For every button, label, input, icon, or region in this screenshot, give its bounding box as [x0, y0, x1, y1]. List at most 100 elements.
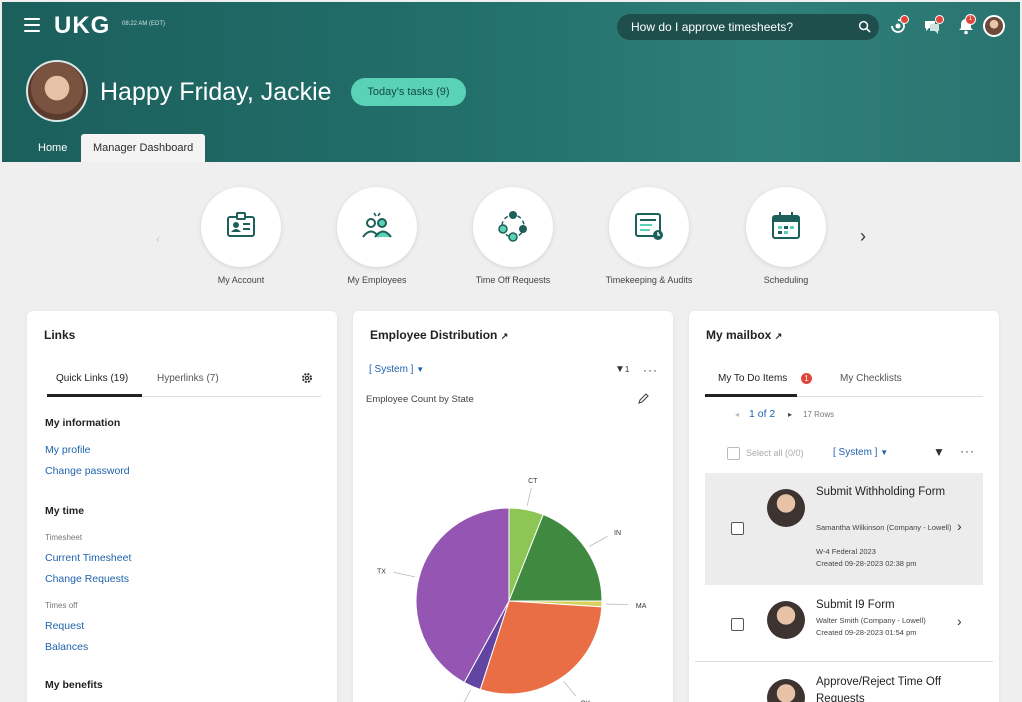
todays-tasks-button[interactable]: Today's tasks (9) [351, 78, 466, 106]
filter-button[interactable]: ▼1 [615, 364, 629, 375]
mail-item-detail: W-4 Federal 2023 [816, 547, 876, 556]
search-input[interactable]: How do I approve timesheets? [617, 14, 879, 40]
select-all-checkbox[interactable] [727, 447, 740, 460]
mailbox-title[interactable]: My mailbox ↗ [706, 328, 782, 342]
mail-item[interactable]: Submit I9 Form Walter Smith (Company - L… [705, 593, 983, 659]
row-divider [695, 661, 993, 662]
link-change-requests[interactable]: Change Requests [45, 573, 129, 585]
link-change-password[interactable]: Change password [45, 465, 130, 477]
mail-item-checkbox[interactable] [731, 618, 744, 631]
link-balances[interactable]: Balances [45, 641, 88, 653]
mail-item-created: Created 09-28-2023 01:54 pm [816, 628, 917, 637]
tab-home[interactable]: Home [26, 134, 79, 162]
pie-label-in: IN [614, 530, 621, 537]
heading-my-benefits: My benefits [45, 679, 103, 691]
heading-my-information: My information [45, 417, 121, 429]
subheading-timesheet: Timesheet [45, 533, 83, 542]
system-filter-dropdown[interactable]: [ System ] ▼ [369, 364, 424, 375]
mail-item-checkbox[interactable] [731, 522, 744, 535]
chevron-right-icon[interactable]: › [957, 613, 962, 629]
chevron-down-icon: ▼ [416, 365, 425, 374]
mail-item-title: Submit Withholding Form [816, 486, 946, 498]
timekeeping-icon [635, 213, 663, 240]
pager-prev-icon[interactable]: ◂ [735, 410, 739, 419]
pie-leader-line [563, 680, 577, 697]
tile-timekeeping-audits[interactable] [609, 187, 689, 267]
employees-icon [362, 212, 392, 238]
tile-label-scheduling: Scheduling [763, 275, 809, 285]
todo-badge: 1 [800, 372, 813, 385]
avatar [767, 601, 805, 639]
distribution-title[interactable]: Employee Distribution ↗ [370, 328, 508, 342]
avatar [767, 489, 805, 527]
mail-item-title: Submit I9 Form [816, 599, 895, 611]
subheading-times-off: Times off [45, 601, 78, 610]
open-external-icon[interactable]: ↗ [501, 331, 509, 341]
greeting-title: Happy Friday, Jackie [100, 78, 332, 106]
search-placeholder: How do I approve timesheets? [631, 20, 794, 34]
mailbox-active-tab-indicator [705, 394, 797, 397]
mailbox-more-icon[interactable]: ··· [960, 444, 975, 458]
link-current-timesheet[interactable]: Current Timesheet [45, 552, 131, 564]
tab-hyperlinks[interactable]: Hyperlinks (7) [157, 373, 219, 384]
funnel-icon: ▼ [615, 364, 625, 375]
mailbox-system-filter[interactable]: [ System ] ▼ [833, 447, 888, 458]
user-avatar[interactable] [983, 15, 1005, 37]
pager-next-icon[interactable]: ▸ [788, 410, 792, 419]
pie-leader-line [526, 487, 532, 506]
link-my-profile[interactable]: My profile [45, 444, 91, 456]
tile-label-time-off-requests: Time Off Requests [475, 275, 551, 285]
mail-item-person: Walter Smith (Company - Lowell) [816, 616, 926, 625]
calendar-icon [772, 212, 800, 239]
tile-label-timekeeping: Timekeeping & Audits [605, 275, 693, 285]
ukg-logo: UKG [54, 12, 111, 39]
links-card: Links Quick Links (19) Hyperlinks (7) My… [27, 311, 337, 702]
search-icon[interactable] [858, 20, 871, 33]
tab-my-to-do-items[interactable]: My To Do Items [718, 373, 787, 384]
mailbox-filter-icon[interactable]: ▼ [933, 445, 945, 459]
pie-leader-line [463, 689, 471, 702]
chevron-down-icon: ▼ [880, 448, 889, 457]
notification-badge: 1 [965, 14, 976, 25]
tile-label-my-employees: My Employees [347, 275, 407, 285]
pie-label-ma: MA [636, 603, 647, 610]
tile-my-employees[interactable] [337, 187, 417, 267]
id-card-icon [227, 212, 255, 237]
tile-label-my-account: My Account [217, 275, 265, 285]
tab-manager-dashboard[interactable]: Manager Dashboard [81, 134, 206, 162]
tab-quick-links[interactable]: Quick Links (19) [56, 373, 128, 384]
edit-pencil-icon[interactable] [637, 393, 649, 405]
open-external-icon[interactable]: ↗ [775, 331, 783, 341]
team-cycle-icon [498, 211, 527, 242]
mail-item-title: Approve/Reject Time Off Requests [816, 676, 942, 702]
pie-leader-line [589, 536, 608, 547]
ai-badge [900, 15, 909, 24]
links-title: Links [44, 328, 76, 342]
mail-item[interactable]: Approve/Reject Time Off Requests [705, 669, 983, 702]
tab-my-checklists[interactable]: My Checklists [840, 373, 902, 384]
pie-label-ct: CT [528, 478, 538, 485]
mail-item-created: Created 09-28-2023 02:38 pm [816, 559, 917, 568]
pie-label-tx: TX [377, 568, 386, 575]
carousel-next-icon[interactable]: › [860, 226, 866, 247]
profile-photo [26, 60, 88, 122]
gear-icon[interactable] [300, 371, 314, 385]
tile-my-account[interactable] [201, 187, 281, 267]
chart-subtitle: Employee Count by State [366, 394, 474, 405]
clock-text: 08:22 AM (EDT) [122, 21, 166, 27]
mailbox-card: My mailbox ↗ My To Do Items 1 My Checkli… [689, 311, 999, 702]
tile-scheduling[interactable] [746, 187, 826, 267]
carousel-prev-icon[interactable]: ‹ [156, 232, 160, 246]
pie-leader-line [605, 603, 628, 606]
hamburger-menu-icon[interactable] [24, 18, 40, 32]
link-request[interactable]: Request [45, 620, 84, 632]
mail-item-person: Samantha Wilkinson (Company - Lowell) [816, 523, 952, 532]
pager-text: 1 of 2 [749, 408, 776, 420]
employee-pie-chart: CTINMAOKRITX [377, 478, 647, 702]
tile-time-off-requests[interactable] [473, 187, 553, 267]
chevron-right-icon[interactable]: › [957, 518, 962, 534]
employee-distribution-card: Employee Distribution ↗ [ System ] ▼ ▼1 … [353, 311, 673, 702]
mail-item[interactable]: Submit Withholding Form Samantha Wilkins… [705, 473, 983, 585]
pie-leader-line [393, 572, 416, 578]
more-options-icon[interactable]: ··· [643, 363, 658, 377]
